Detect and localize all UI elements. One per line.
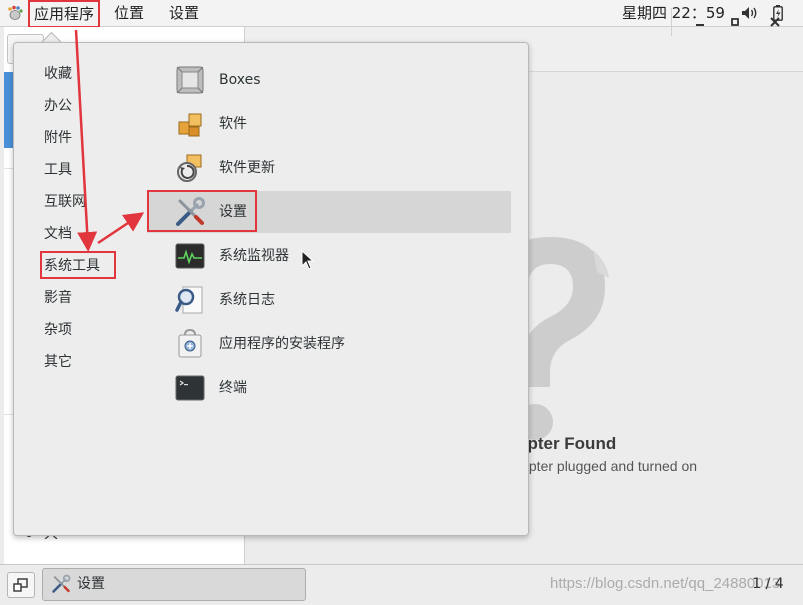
app-software-update[interactable]: 软件更新 xyxy=(147,147,511,189)
sidebar-selection-indicator xyxy=(4,72,13,148)
app-installer[interactable]: 应用程序的安装程序 xyxy=(147,323,511,365)
app-software[interactable]: 软件 xyxy=(147,103,511,145)
category-utilities[interactable]: 工具 xyxy=(44,158,72,182)
minimize-icon[interactable] xyxy=(690,12,710,32)
category-sound-video[interactable]: 影音 xyxy=(44,286,72,310)
show-desktop-button[interactable] xyxy=(7,572,35,598)
app-system-monitor[interactable]: 系统监视器 xyxy=(147,235,511,277)
close-icon[interactable] xyxy=(765,12,785,32)
app-terminal[interactable]: 终端 xyxy=(147,367,511,409)
software-update-icon xyxy=(177,154,202,182)
category-other[interactable]: 其它 xyxy=(44,350,72,374)
boxes-icon xyxy=(176,66,204,94)
settings-tools-icon xyxy=(52,574,71,593)
app-label: 软件 xyxy=(219,116,247,132)
app-label: 终端 xyxy=(219,380,247,396)
category-documents[interactable]: 文档 xyxy=(44,222,72,246)
category-accessories[interactable]: 附件 xyxy=(44,126,72,150)
app-installer-icon xyxy=(178,328,202,358)
app-label: 系统日志 xyxy=(219,292,275,308)
app-label: 应用程序的安装程序 xyxy=(219,336,345,352)
system-log-icon xyxy=(175,286,203,314)
taskbar-window-label: 设置 xyxy=(77,576,105,592)
app-label: Boxes xyxy=(219,72,261,88)
app-boxes[interactable]: Boxes xyxy=(147,59,511,101)
terminal-icon xyxy=(175,375,205,401)
applications-menu-button[interactable]: 应用程序 xyxy=(28,0,101,28)
show-desktop-icon xyxy=(13,578,28,592)
bottom-taskbar: 设置 https://blog.csdn.net/qq_24880013 1 /… xyxy=(0,564,803,605)
gnome-foot-icon xyxy=(8,5,23,20)
maximize-icon[interactable] xyxy=(725,12,745,32)
mouse-cursor-icon xyxy=(301,250,315,270)
header-separator xyxy=(671,8,672,36)
app-system-log[interactable]: 系统日志 xyxy=(147,279,511,321)
category-sundry[interactable]: 杂项 xyxy=(44,318,72,342)
workspace-pager[interactable]: 1 / 4 xyxy=(740,569,796,600)
taskbar-window-settings[interactable]: 设置 xyxy=(42,568,306,601)
category-favorites[interactable]: 收藏 xyxy=(44,62,72,86)
settings-menu-button[interactable]: 设置 xyxy=(169,0,199,26)
top-bar: 应用程序 位置 设置 星期四 22：59 xyxy=(0,0,803,28)
category-office[interactable]: 办公 xyxy=(44,94,72,118)
category-internet[interactable]: 互联网 xyxy=(44,190,86,214)
selected-category-highlight xyxy=(40,251,116,279)
app-label: 系统监视器 xyxy=(219,248,289,264)
system-monitor-icon xyxy=(175,243,205,269)
app-label: 软件更新 xyxy=(219,160,275,176)
no-adapter-subtitle: lapter plugged and turned on xyxy=(518,458,698,474)
hovered-app-highlight xyxy=(147,190,257,232)
places-menu-button[interactable]: 位置 xyxy=(114,0,144,26)
no-adapter-title: apter Found xyxy=(518,434,617,453)
software-icon xyxy=(178,113,202,137)
applications-menu: 收藏 办公 附件 工具 互联网 文档 系统工具 影音 杂项 其它 Boxes 软… xyxy=(13,42,529,536)
